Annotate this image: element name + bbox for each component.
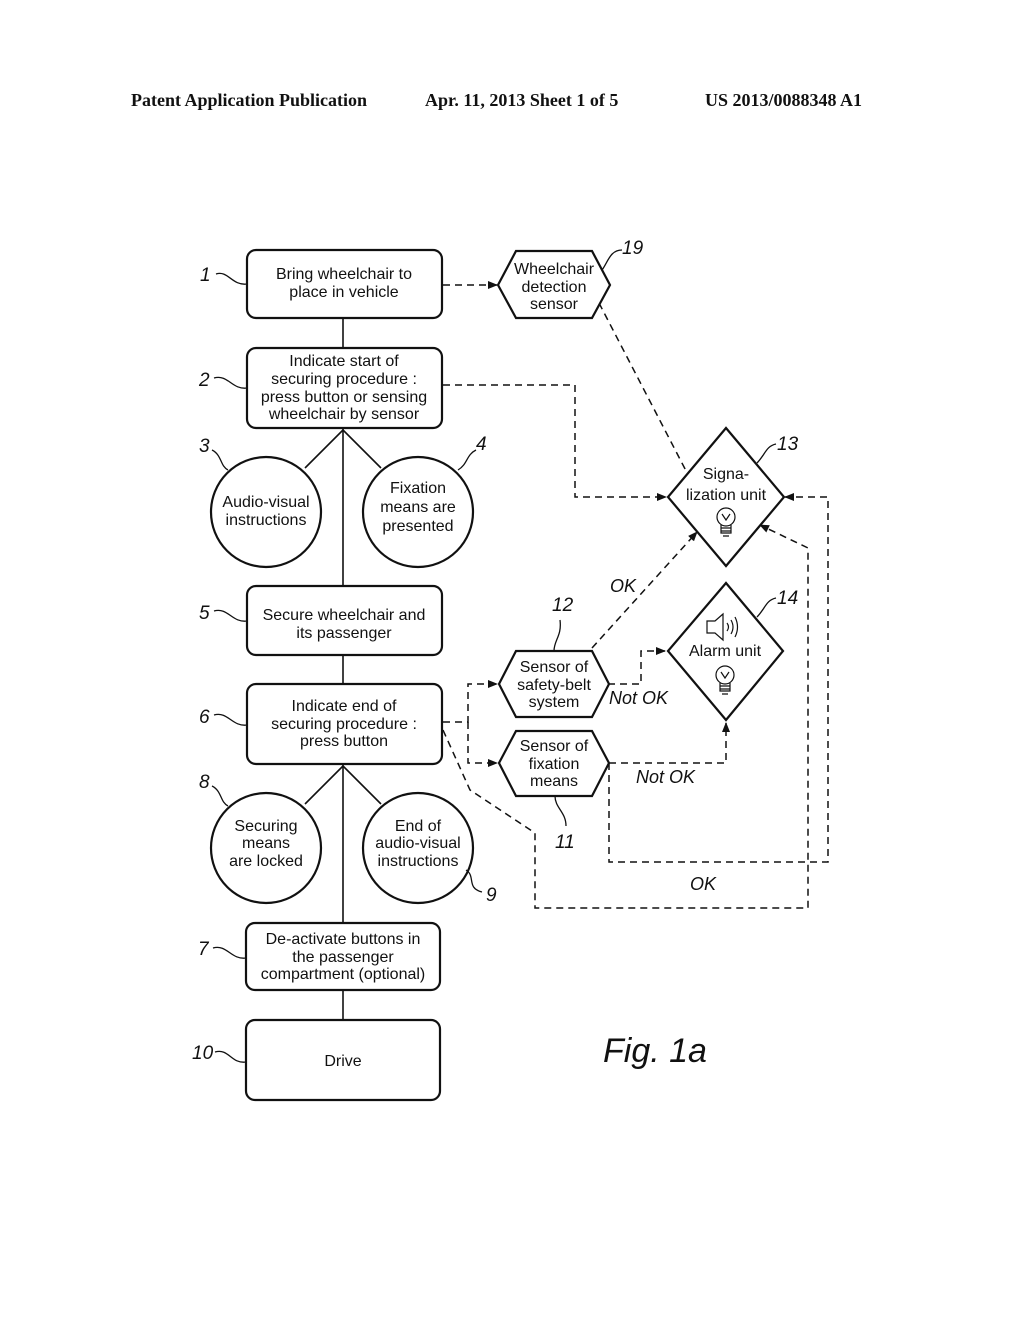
svg-text:Indicate start of: Indicate start of bbox=[289, 353, 399, 370]
svg-text:Bring wheelchair to: Bring wheelchair to bbox=[276, 266, 412, 283]
svg-text:safety-belt: safety-belt bbox=[517, 677, 591, 694]
flowchart: Bring wheelchair to place in vehicle 1 I… bbox=[192, 238, 829, 1102]
label-belt-not-ok: Not OK bbox=[609, 688, 669, 708]
step-2-indicate-start: Indicate start of securing procedure : p… bbox=[198, 346, 444, 430]
svg-text:Secure wheelchair and: Secure wheelchair and bbox=[263, 607, 426, 624]
svg-text:audio-visual: audio-visual bbox=[375, 835, 460, 852]
ref-9: 9 bbox=[486, 885, 497, 906]
edge-6-to-12 bbox=[443, 680, 498, 723]
svg-text:End of: End of bbox=[395, 818, 442, 835]
svg-text:place in vehicle: place in vehicle bbox=[289, 284, 399, 301]
svg-text:Fixation: Fixation bbox=[390, 480, 446, 497]
alarm-unit: Alarm unit 14 bbox=[666, 581, 798, 722]
svg-text:press button: press button bbox=[300, 733, 388, 750]
ref-19: 19 bbox=[622, 238, 644, 259]
svg-text:compartment (optional): compartment (optional) bbox=[261, 966, 426, 983]
svg-text:presented: presented bbox=[382, 518, 453, 535]
svg-text:means: means bbox=[530, 773, 578, 790]
signal-connectors bbox=[442, 281, 829, 909]
svg-text:instructions: instructions bbox=[226, 512, 307, 529]
svg-text:its passenger: its passenger bbox=[296, 625, 392, 642]
svg-text:Sensor of: Sensor of bbox=[520, 659, 589, 676]
label-fixation-ok: OK bbox=[690, 874, 717, 894]
step-5-secure-wheelchair: Secure wheelchair and its passenger 5 bbox=[199, 584, 444, 657]
svg-text:the passenger: the passenger bbox=[292, 949, 394, 966]
edge-11-notok-to-14 bbox=[609, 722, 730, 764]
svg-text:system: system bbox=[529, 694, 580, 711]
step-10-drive: Drive 10 bbox=[192, 1018, 442, 1102]
ref-14: 14 bbox=[777, 588, 798, 609]
safety-belt-sensor: Sensor of safety-belt system 12 bbox=[497, 595, 611, 719]
edge-6-to-11 bbox=[467, 722, 498, 767]
svg-text:Drive: Drive bbox=[324, 1053, 361, 1070]
label-fixation-not-ok: Not OK bbox=[636, 767, 696, 787]
svg-text:Alarm unit: Alarm unit bbox=[689, 643, 762, 660]
step-1-bring-wheelchair: Bring wheelchair to place in vehicle 1 bbox=[200, 248, 444, 320]
svg-text:means: means bbox=[242, 835, 290, 852]
svg-text:press button or sensing: press button or sensing bbox=[261, 389, 427, 406]
ref-6: 6 bbox=[199, 707, 210, 728]
svg-text:Wheelchair: Wheelchair bbox=[514, 261, 595, 278]
svg-text:securing procedure :: securing procedure : bbox=[271, 371, 417, 388]
wheelchair-detection-sensor: Wheelchair detection sensor 19 bbox=[496, 238, 644, 320]
ref-3: 3 bbox=[199, 436, 210, 457]
svg-text:wheelchair by sensor: wheelchair by sensor bbox=[268, 406, 420, 423]
svg-text:Sensor of: Sensor of bbox=[520, 738, 589, 755]
ref-1: 1 bbox=[200, 265, 211, 286]
svg-text:fixation: fixation bbox=[529, 756, 580, 773]
edge-12-ok-to-13 bbox=[591, 531, 698, 649]
svg-text:means are: means are bbox=[380, 499, 456, 516]
svg-text:De-activate buttons in: De-activate buttons in bbox=[266, 931, 421, 948]
ref-11: 11 bbox=[555, 832, 575, 853]
svg-text:securing procedure :: securing procedure : bbox=[271, 716, 417, 733]
step-3-audio-visual-instructions: Audio-visual instructions 3 bbox=[199, 436, 323, 569]
step-7-deactivate-buttons: De-activate buttons in the passenger com… bbox=[198, 921, 442, 992]
signalization-unit: Signa- lization unit 13 bbox=[666, 426, 799, 568]
ref-5: 5 bbox=[199, 603, 210, 624]
step-6-indicate-end: Indicate end of securing procedure : pre… bbox=[199, 682, 444, 766]
svg-text:instructions: instructions bbox=[378, 853, 459, 870]
svg-text:Audio-visual: Audio-visual bbox=[222, 494, 309, 511]
svg-text:are locked: are locked bbox=[229, 853, 303, 870]
figure-label: Fig. 1a bbox=[603, 1032, 707, 1070]
edge-12-notok-to-14 bbox=[608, 647, 666, 685]
fixation-means-sensor: Sensor of fixation means 11 bbox=[497, 729, 611, 853]
label-belt-ok: OK bbox=[610, 576, 637, 596]
edge-19-to-13 bbox=[598, 302, 698, 493]
svg-text:Signa-: Signa- bbox=[703, 466, 749, 483]
svg-text:lization unit: lization unit bbox=[686, 487, 767, 504]
step-4-fixation-means-presented: Fixation means are presented 4 bbox=[361, 434, 487, 569]
ref-2: 2 bbox=[198, 370, 210, 391]
step-9-end-audio-visual: End of audio-visual instructions 9 bbox=[361, 791, 497, 906]
svg-text:Indicate end of: Indicate end of bbox=[292, 698, 398, 715]
svg-text:sensor: sensor bbox=[530, 296, 579, 313]
step-8-securing-means-locked: Securing means are locked 8 bbox=[199, 772, 323, 905]
svg-text:detection: detection bbox=[522, 279, 587, 296]
ref-4: 4 bbox=[476, 434, 487, 455]
ref-12: 12 bbox=[552, 595, 574, 616]
ref-13: 13 bbox=[777, 434, 799, 455]
ref-7: 7 bbox=[198, 939, 210, 960]
svg-text:Securing: Securing bbox=[234, 818, 297, 835]
ref-8: 8 bbox=[199, 772, 210, 793]
ref-10: 10 bbox=[192, 1043, 214, 1064]
